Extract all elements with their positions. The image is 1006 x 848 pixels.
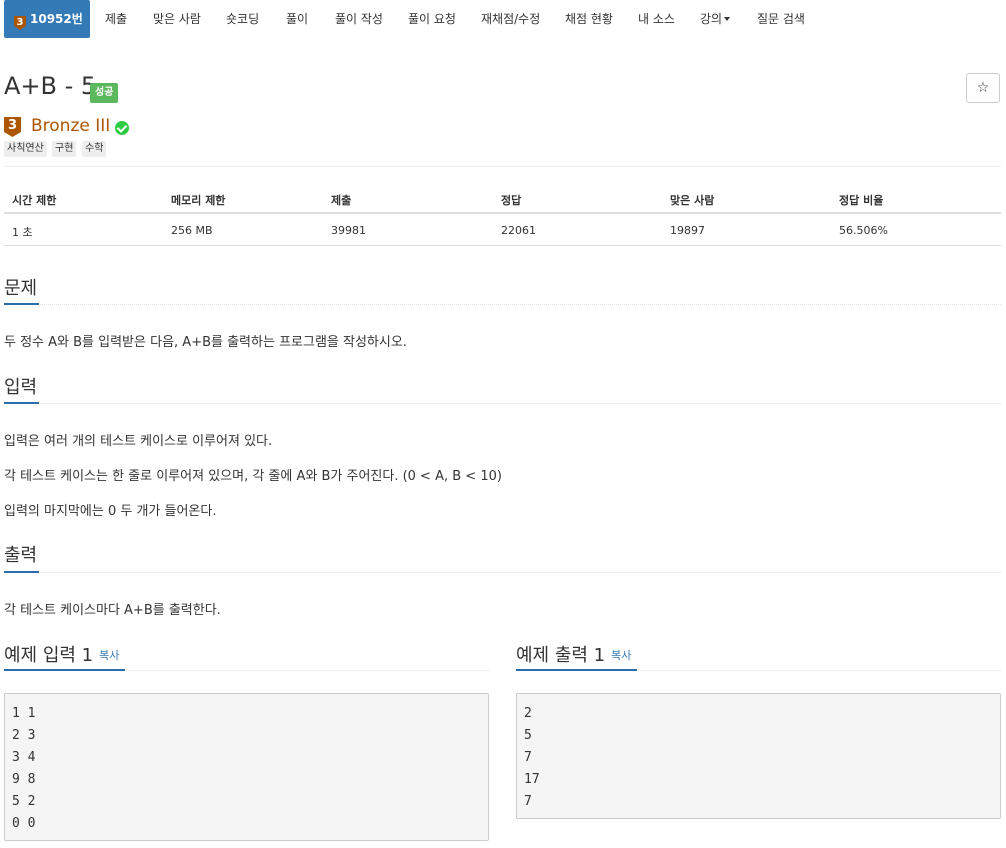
tab-solutions[interactable]: 풀이 xyxy=(286,0,308,38)
divider xyxy=(4,166,1001,167)
problem-info-table: 시간 제한 메모리 제한 제출 정답 맞은 사람 정답 비율 1 초 256 M… xyxy=(4,183,1001,246)
star-icon: ☆ xyxy=(976,80,990,96)
output-section-title: 출력 xyxy=(4,545,38,566)
sample-input-title: 예제 입력 1 복사 xyxy=(4,641,119,667)
favorite-star-button[interactable]: ☆ xyxy=(966,73,1000,103)
section-divider xyxy=(4,572,1001,573)
column-header: 메모리 제한 xyxy=(171,194,226,207)
check-circle-icon xyxy=(115,121,129,135)
sample-input-code[interactable]: 1 1 2 3 3 4 9 8 5 2 0 0 xyxy=(4,693,489,841)
section-underline xyxy=(516,669,637,671)
tag-item[interactable]: 수학 xyxy=(82,141,107,157)
table-cell: 256 MB xyxy=(171,224,213,237)
tab-short-coding[interactable]: 숏코딩 xyxy=(226,0,259,38)
column-header: 맞은 사람 xyxy=(670,194,715,207)
sample-input-title-text: 예제 입력 1 xyxy=(4,645,94,666)
section-underline xyxy=(4,303,39,305)
tab-question-search[interactable]: 질문 검색 xyxy=(757,0,805,38)
tag-item[interactable]: 사칙연산 xyxy=(4,141,47,157)
copy-input-button[interactable]: 복사 xyxy=(99,649,119,662)
page-title: A+B - 5 xyxy=(4,72,97,100)
problem-section-title: 문제 xyxy=(4,278,38,299)
chevron-down-icon xyxy=(724,17,731,21)
tag-item[interactable]: 구현 xyxy=(52,141,77,157)
column-header: 정답 비율 xyxy=(839,194,884,207)
table-cell[interactable]: 39981 xyxy=(331,224,366,237)
input-description-line: 입력의 마지막에는 0 두 개가 들어온다. xyxy=(4,504,217,519)
tab-write-solution[interactable]: 풀이 작성 xyxy=(335,0,383,38)
problem-menu-tabs: 3 10952번 제출 맞은 사람 숏코딩 풀이 풀이 작성 풀이 요청 재채점/… xyxy=(0,0,1006,40)
table-cell: 56.506% xyxy=(839,224,888,237)
tab-solvers[interactable]: 맞은 사람 xyxy=(153,0,201,38)
tab-status[interactable]: 채점 현황 xyxy=(565,0,613,38)
column-header: 정답 xyxy=(501,194,522,207)
sample-output-title: 예제 출력 1 복사 xyxy=(516,641,631,667)
tab-lectures[interactable]: 강의 xyxy=(700,0,731,38)
table-row: 1 초 256 MB 39981 22061 19897 56.506% xyxy=(4,214,1001,246)
column-header: 제출 xyxy=(331,194,352,207)
section-divider xyxy=(4,403,1001,404)
output-description: 각 테스트 케이스마다 A+B를 출력한다. xyxy=(4,603,221,618)
status-badge: 성공 xyxy=(90,83,119,103)
tab-problem[interactable]: 3 10952번 xyxy=(4,0,90,38)
sample-output-code[interactable]: 2 5 7 17 7 xyxy=(516,693,1001,819)
table-cell[interactable]: 22061 xyxy=(501,224,536,237)
tab-lectures-label: 강의 xyxy=(700,12,723,26)
tab-my-source[interactable]: 내 소스 xyxy=(638,0,675,38)
input-description-line: 입력은 여러 개의 테스트 케이스로 이루어져 있다. xyxy=(4,434,273,449)
tab-request-solution[interactable]: 풀이 요청 xyxy=(408,0,456,38)
tab-submit[interactable]: 제출 xyxy=(105,0,127,38)
tab-rejudge[interactable]: 재채점/수정 xyxy=(481,0,540,38)
section-underline xyxy=(4,571,39,573)
table-cell: 1 초 xyxy=(12,226,33,239)
section-underline xyxy=(4,402,39,404)
section-underline xyxy=(4,669,125,671)
copy-output-button[interactable]: 복사 xyxy=(611,649,631,662)
input-section-title: 입력 xyxy=(4,377,38,398)
input-description-line: 각 테스트 케이스는 한 줄로 이루어져 있으며, 각 줄에 A와 B가 주어진… xyxy=(4,469,502,484)
sample-output-title-text: 예제 출력 1 xyxy=(516,645,606,666)
section-divider xyxy=(4,304,1001,305)
problem-description: 두 정수 A와 B를 입력받은 다음, A+B를 출력하는 프로그램을 작성하시… xyxy=(4,335,407,350)
table-header-row: 시간 제한 메모리 제한 제출 정답 맞은 사람 정답 비율 xyxy=(4,183,1001,214)
table-cell[interactable]: 19897 xyxy=(670,224,705,237)
bronze-tier-icon: 3 xyxy=(14,16,26,30)
bronze-tier-icon: 3 xyxy=(4,117,21,137)
tab-problem-label: 10952번 xyxy=(30,12,83,26)
column-header: 시간 제한 xyxy=(12,194,57,207)
tier-name[interactable]: Bronze III xyxy=(31,116,110,136)
